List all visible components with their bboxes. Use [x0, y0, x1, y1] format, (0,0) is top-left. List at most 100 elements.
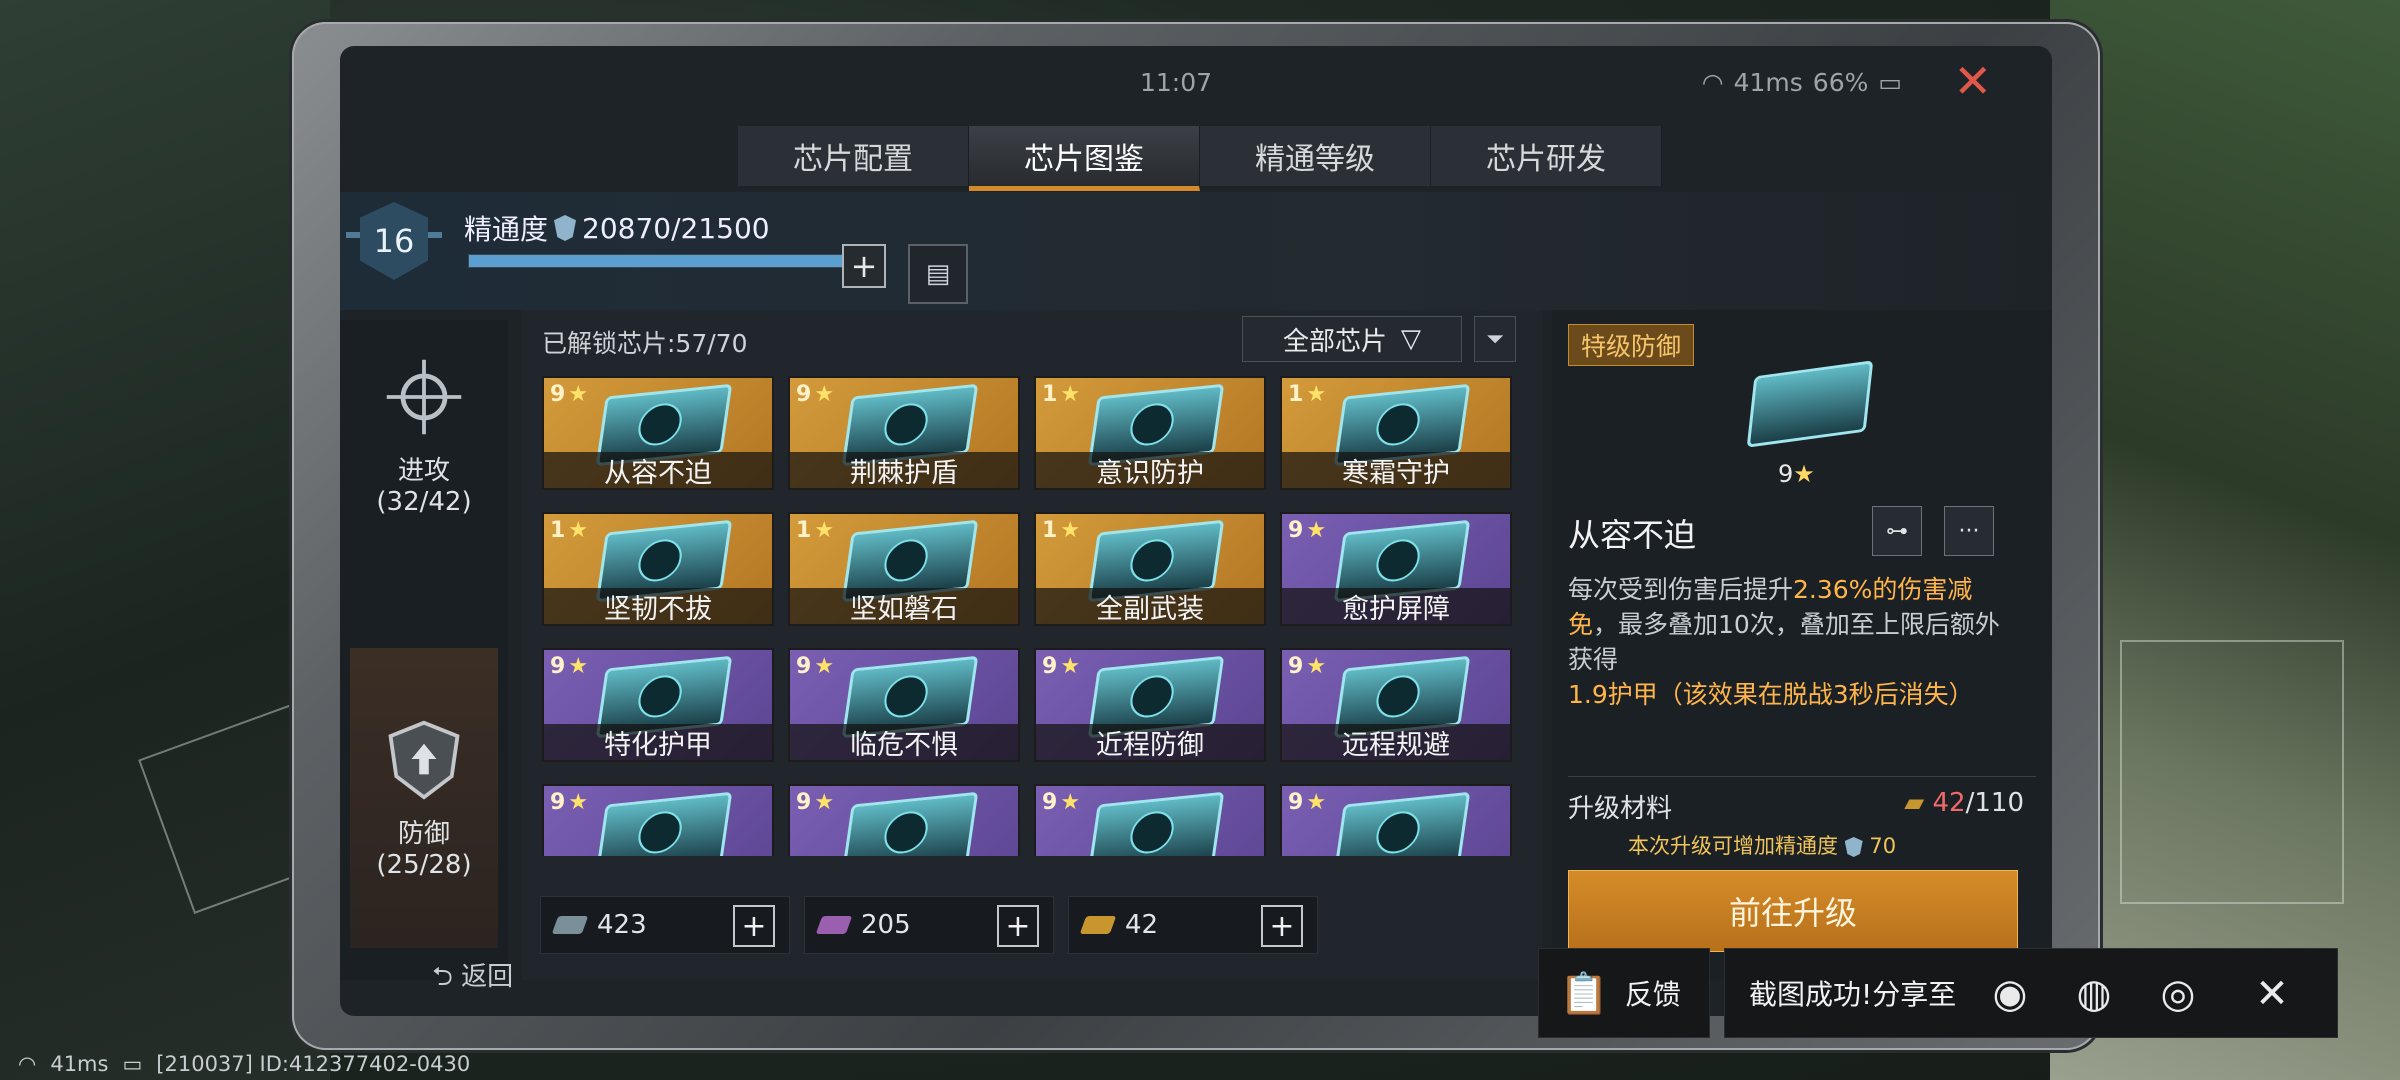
weibo-icon[interactable]: ◉ [1983, 969, 2037, 1019]
chip-catalog-panel: 已解锁芯片:57/70 全部芯片 ▽ ⏷ 9 ★ 从容不迫 9 ★ 荆棘护盾 1 ★ 意识防护 1… [522, 310, 1542, 980]
star-icon: ★ [814, 518, 835, 543]
battery-icon: ▭ [1878, 68, 1902, 97]
chip-star-count: 1 [1288, 382, 1304, 407]
chip-material-icon [551, 916, 589, 934]
currency-add-button[interactable]: + [733, 905, 775, 947]
close-icon[interactable]: ✕ [2245, 969, 2299, 1019]
star-icon: ★ [1060, 790, 1081, 815]
chip-card[interactable]: 9 ★ 愈护屏障 [1280, 512, 1512, 626]
chip-card[interactable]: 1 ★ 坚如磐石 [788, 512, 1020, 626]
chip-card[interactable]: 9 ★ 特化护甲 [542, 648, 774, 762]
game-screen: 11:07 ◠ 41ms 66% ▭ ✕ 芯片配置 芯片图鉴 精通等级 芯片研发… [340, 46, 2052, 1016]
star-icon: ★ [1060, 518, 1081, 543]
wechat-icon[interactable]: ◍ [2067, 969, 2121, 1019]
chip-name: 全副武装 [1036, 588, 1264, 625]
tab-chip-config[interactable]: 芯片配置 [738, 126, 969, 186]
sidebar-item-label: 进攻 [397, 456, 450, 486]
tab-mastery-level[interactable]: 精通等级 [1200, 126, 1431, 186]
chip-card[interactable]: 1 ★ 寒霜守护 [1280, 376, 1512, 490]
filter-icon[interactable]: ⏷ [1474, 316, 1516, 362]
mastery-info-button[interactable]: ▤ [908, 244, 968, 304]
star-icon: ★ [568, 790, 589, 815]
back-button[interactable]: ⮌ 返回 [432, 956, 513, 1002]
chip-card[interactable]: 1 ★ 坚韧不拔 [542, 512, 774, 626]
chip-card[interactable]: 1 ★ 全副武装 [1034, 512, 1266, 626]
currency-grey-chip: 423 + [540, 896, 790, 954]
share-text: 截图成功!分享至 [1749, 978, 1957, 1011]
unlocked-count: 已解锁芯片:57/70 [542, 329, 748, 358]
chip-card[interactable]: 9 ★ 远程规避 [1280, 648, 1512, 762]
chip-card[interactable]: 9 ★ [542, 784, 774, 856]
wifi-icon: ◠ [1701, 68, 1724, 97]
chip-star-count: 9 [550, 654, 566, 679]
chip-star-count: 1 [550, 518, 566, 543]
chip-star-count: 1 [1042, 382, 1058, 407]
chip-star-rating: 1 ★ [1288, 382, 1326, 407]
chip-art-icon [1746, 360, 1874, 448]
chip-card[interactable]: 9 ★ [788, 784, 1020, 856]
close-icon[interactable]: ✕ [1953, 58, 1992, 104]
divider [1568, 776, 2036, 777]
chip-tree-button[interactable]: ⊶ [1872, 506, 1922, 556]
currency-add-button[interactable]: + [997, 905, 1039, 947]
tab-chip-research[interactable]: 芯片研发 [1431, 126, 1662, 186]
clock: 11:07 [1140, 68, 1213, 97]
currency-gold-chip: 42 + [1068, 896, 1318, 954]
chip-art-icon [595, 791, 733, 856]
detail-star-rating: 9★ [1778, 460, 1815, 488]
chip-star-rating: 1 ★ [1042, 382, 1080, 407]
chip-card[interactable]: 9 ★ [1280, 784, 1512, 856]
chip-star-rating: 9 ★ [1288, 654, 1326, 679]
chip-star-rating: 9 ★ [1288, 790, 1326, 815]
mastery-progress-bar [468, 254, 870, 268]
feedback-button[interactable]: 📋 反馈 [1538, 948, 1710, 1038]
shield-icon [388, 720, 460, 800]
moments-icon[interactable]: ◎ [2151, 969, 2205, 1019]
crosshair-icon [386, 359, 462, 435]
category-sidebar: 进攻 (32/42) 防御 (25/28) [340, 320, 508, 980]
chip-filter-dropdown[interactable]: 全部芯片 ▽ [1242, 316, 1462, 362]
upgrade-material-label: 升级材料 [1568, 794, 1673, 824]
chip-card[interactable]: 9 ★ [1034, 784, 1266, 856]
background-left [0, 0, 330, 1080]
chip-card[interactable]: 9 ★ 从容不迫 [542, 376, 774, 490]
chip-card[interactable]: 9 ★ 近程防御 [1034, 648, 1266, 762]
feedback-label: 反馈 [1624, 978, 1681, 1011]
chip-card[interactable]: 1 ★ 意识防护 [1034, 376, 1266, 490]
chip-name: 远程规避 [1282, 724, 1510, 761]
level-badge: 16 [360, 202, 428, 280]
chip-star-count: 9 [1042, 654, 1058, 679]
upgrade-note-value: 70 [1869, 834, 1897, 858]
chip-star-count: 9 [796, 382, 812, 407]
chip-name: 愈护屏障 [1282, 588, 1510, 625]
star-icon: ★ [814, 382, 835, 407]
star-icon: ★ [1306, 654, 1327, 679]
battery-value: 66% [1812, 68, 1869, 97]
currency-add-button[interactable]: + [1261, 905, 1303, 947]
chip-name: 坚如磐石 [790, 588, 1018, 625]
chip-card[interactable]: 9 ★ 荆棘护盾 [788, 376, 1020, 490]
mastery-progress-fill [469, 255, 857, 267]
sidebar-item-attack[interactable]: 进攻 (32/42) [350, 354, 498, 614]
star-icon: ★ [568, 382, 589, 407]
more-options-button[interactable]: ··· [1944, 506, 1994, 556]
ping-value: 41ms [1733, 68, 1803, 97]
mastery-bar: 16 精通度 20870/21500 + ▤ [340, 192, 2052, 310]
star-icon: ★ [568, 654, 589, 679]
upgrade-note: 本次升级可增加精通度 70 [1628, 830, 1896, 860]
upgrade-button[interactable]: 前往升级 [1568, 870, 2018, 952]
debug-ping: 41ms [50, 1052, 109, 1076]
chip-star-count: 9 [1288, 790, 1304, 815]
chevron-down-icon: ▽ [1401, 324, 1421, 354]
chip-name: 荆棘护盾 [790, 452, 1018, 489]
chip-name: 寒霜守护 [1282, 452, 1510, 489]
star-icon: ★ [568, 518, 589, 543]
tab-chip-catalog[interactable]: 芯片图鉴 [969, 126, 1200, 191]
chip-star-count: 9 [796, 654, 812, 679]
mastery-add-button[interactable]: + [842, 244, 886, 288]
sidebar-item-defense[interactable]: 防御 (25/28) [350, 648, 498, 948]
mastery-shield-icon [1844, 837, 1863, 857]
chip-card[interactable]: 9 ★ 临危不惧 [788, 648, 1020, 762]
mastery-title: 精通度 [464, 213, 549, 246]
star-icon: ★ [1060, 382, 1081, 407]
